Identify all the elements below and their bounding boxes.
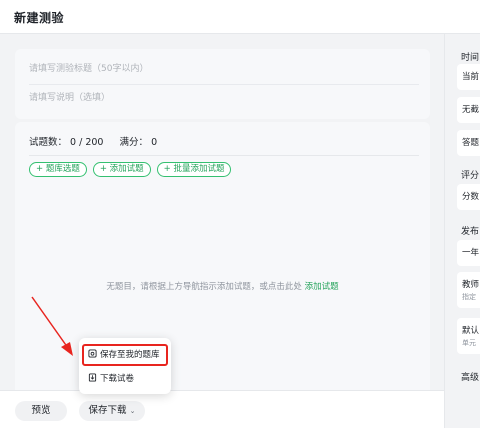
- empty-state-message: 无题目，请根据上方导航指示添加试题，或点击此处 添加试题: [15, 280, 430, 292]
- menu-item-download-paper[interactable]: 下载试卷: [82, 368, 168, 390]
- add-question-toolbar: + 题库选题 + 添加试题 + 批量添加试题: [29, 162, 232, 180]
- menu-item-label: 保存至我的题库: [100, 350, 160, 360]
- option-label: 答题: [462, 138, 480, 148]
- publish-option-default[interactable]: 默认 单元: [457, 318, 480, 354]
- question-count-label: 试题数：: [29, 137, 68, 148]
- full-score-label: 满分：: [119, 137, 149, 148]
- quiz-description-input[interactable]: 请填写说明（选填）: [29, 87, 419, 109]
- question-stats: 试题数： 0 / 200 满分： 0: [29, 134, 157, 148]
- question-count-value: 0 / 200: [70, 137, 104, 148]
- questions-card: 试题数： 0 / 200 满分： 0 + 题库选题 + 添加试题 + 批量添加试…: [15, 122, 430, 422]
- option-label: 无截: [462, 105, 480, 115]
- time-option-current[interactable]: 当前: [457, 64, 480, 90]
- preview-button[interactable]: 预览: [15, 401, 67, 421]
- divider: [29, 84, 419, 85]
- time-option-answer[interactable]: 答题: [457, 130, 480, 156]
- time-option-no-deadline[interactable]: 无截: [457, 97, 480, 123]
- add-question-button[interactable]: + 添加试题: [92, 162, 151, 177]
- save-icon: [88, 349, 97, 358]
- time-section-label: 时间: [461, 53, 480, 63]
- save-download-button[interactable]: 保存下载 ⌄: [79, 401, 145, 421]
- menu-item-save-to-bank[interactable]: 保存至我的题库: [82, 344, 168, 366]
- save-download-label: 保存下载: [88, 405, 127, 416]
- option-sublabel: 单元: [462, 339, 476, 347]
- full-score-value: 0: [151, 137, 158, 148]
- option-label: 默认: [462, 326, 480, 336]
- publish-option-teacher[interactable]: 教师 指定: [457, 272, 480, 308]
- score-option[interactable]: 分数: [457, 184, 480, 210]
- settings-sidebar: 时间 当前 无截 答题 评分 分数 发布 一年 教师指定 默认单元 高级: [444, 34, 480, 428]
- page-title: 新建测验: [14, 11, 65, 25]
- divider: [29, 155, 419, 156]
- option-sublabel: 指定: [462, 293, 476, 301]
- option-label: 当前: [462, 72, 480, 82]
- empty-state-text: 无题目，请根据上方导航指示添加试题，或点击此处: [106, 282, 302, 292]
- preview-button-label: 预览: [31, 405, 51, 416]
- main-panel: 请填写测验标题（50字以内） 请填写说明（选填） 试题数： 0 / 200 满分…: [0, 34, 444, 428]
- save-download-menu: 保存至我的题库 下载试卷: [79, 338, 171, 394]
- bulk-add-question-button[interactable]: + 批量添加试题: [156, 162, 232, 177]
- chevron-down-icon: ⌄: [129, 407, 136, 415]
- question-bank-button[interactable]: + 题库选题: [29, 162, 87, 177]
- footer-bar: 预览 保存下载 ⌄: [0, 390, 444, 428]
- basic-info-card: 请填写测验标题（50字以内） 请填写说明（选填）: [15, 49, 430, 119]
- publish-section-label: 发布: [461, 227, 480, 237]
- advanced-section-label: 高级: [461, 373, 480, 383]
- title-bar: 新建测验: [0, 0, 480, 34]
- quiz-title-input[interactable]: 请填写测验标题（50字以内）: [29, 58, 419, 80]
- option-label: 一年: [462, 248, 480, 258]
- option-label: 分数: [462, 192, 480, 202]
- download-icon: [88, 373, 97, 382]
- menu-item-label: 下载试卷: [100, 374, 135, 384]
- score-section-label: 评分: [461, 171, 480, 181]
- publish-option-one-year[interactable]: 一年: [457, 240, 480, 266]
- option-label: 教师: [462, 280, 480, 290]
- add-question-link[interactable]: 添加试题: [305, 282, 339, 292]
